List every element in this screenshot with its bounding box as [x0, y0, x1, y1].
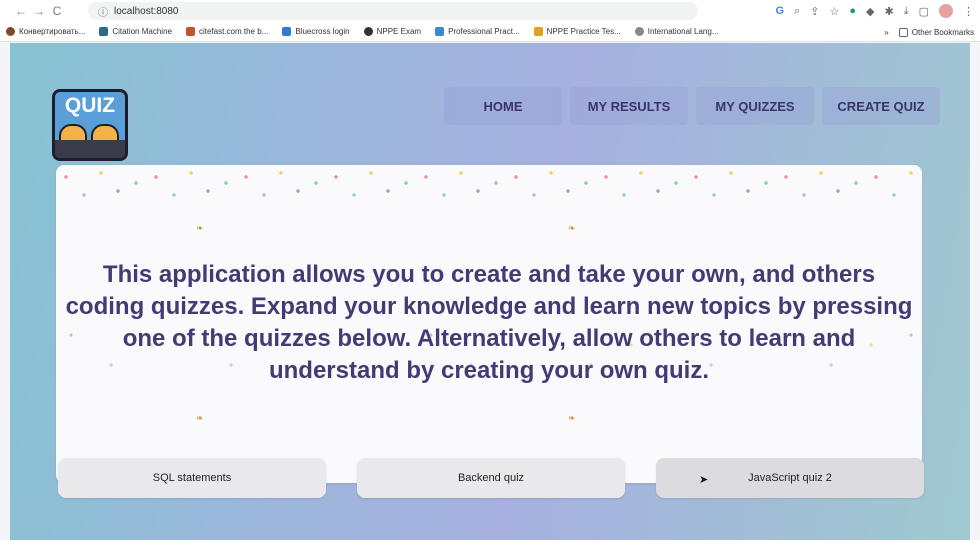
- app-viewport: QUIZ HOME MY RESULTS MY QUIZZES CREATE Q…: [10, 43, 970, 540]
- bookmark-item[interactable]: citefast.com the b...: [185, 27, 268, 36]
- window-right-edge: [970, 42, 980, 540]
- hero-card: ❧ ❧ ❧ ❧ This application allows you to c…: [56, 165, 922, 483]
- quiz-card-javascript-quiz-2[interactable]: JavaScript quiz 2: [656, 458, 924, 498]
- profile-avatar[interactable]: [939, 4, 953, 18]
- bookmark-item[interactable]: Citation Machine: [99, 27, 172, 36]
- window-bottom-edge: [0, 540, 980, 554]
- nav-my-results[interactable]: MY RESULTS: [570, 87, 688, 125]
- download-icon[interactable]: ⤓: [904, 5, 909, 18]
- toolbar-actions: G ⌕ ⇪ ☆ ● ◆ ✱ ⤓ ▢ ⋮: [776, 2, 974, 20]
- mouse-cursor-icon: ➤: [699, 474, 709, 486]
- bookmark-icon: [185, 27, 195, 36]
- confetti-bird-icon: ❧: [196, 413, 204, 423]
- bookmark-icon: [533, 27, 543, 36]
- extension-2-icon[interactable]: ◆: [866, 5, 874, 18]
- main-nav: HOME MY RESULTS MY QUIZZES CREATE QUIZ: [444, 87, 940, 125]
- bookmark-item[interactable]: Bluecross login: [282, 27, 350, 36]
- confetti-bird-icon: ❧: [196, 223, 204, 233]
- confetti-bird-icon: ❧: [568, 413, 576, 423]
- address-bar[interactable]: ⓘ localhost:8080: [88, 2, 698, 20]
- extension-icon[interactable]: ●: [849, 5, 856, 17]
- bookmark-icon: [282, 27, 292, 36]
- forward-icon[interactable]: →: [30, 2, 48, 20]
- other-bookmarks-button[interactable]: Other Bookmarks: [898, 27, 974, 37]
- bookmark-item[interactable]: International Lang...: [634, 27, 718, 36]
- confetti-bird-icon: ❧: [568, 223, 576, 233]
- quiz-card-backend-quiz[interactable]: Backend quiz: [357, 458, 625, 498]
- share-icon[interactable]: ⇪: [810, 5, 819, 18]
- bookmark-icon: [634, 27, 644, 36]
- laptop-base-icon: [55, 140, 125, 158]
- puzzle-icon[interactable]: ✱: [885, 5, 894, 18]
- window-left-edge: [0, 42, 10, 540]
- quiz-card-sql-statements[interactable]: SQL statements: [58, 458, 326, 498]
- window-icon[interactable]: ▢: [919, 5, 929, 18]
- back-icon[interactable]: ←: [12, 2, 30, 20]
- nav-create-quiz[interactable]: CREATE QUIZ: [822, 87, 940, 125]
- bookmark-item[interactable]: NPPE Exam: [363, 27, 421, 36]
- bookmark-item[interactable]: Professional Pract...: [435, 27, 520, 36]
- zoom-icon[interactable]: ⌕: [794, 5, 800, 18]
- nav-home[interactable]: HOME: [444, 87, 562, 125]
- confetti-decoration: [56, 165, 922, 211]
- more-bookmarks-button[interactable]: »: [884, 28, 888, 37]
- browser-toolbar: ← → C ⓘ localhost:8080 G ⌕ ⇪ ☆ ● ◆ ✱ ⤓ ▢…: [0, 0, 980, 22]
- folder-icon: [898, 27, 908, 37]
- quiz-logo[interactable]: QUIZ: [52, 89, 128, 161]
- bookmarks-overflow: » Other Bookmarks: [876, 22, 974, 41]
- bookmark-icon: [435, 27, 445, 36]
- bookmark-item[interactable]: Конвертировать...: [6, 27, 85, 36]
- nav-my-quizzes[interactable]: MY QUIZZES: [696, 87, 814, 125]
- bookmarks-bar: Конвертировать... Citation Machine citef…: [0, 22, 980, 42]
- menu-icon[interactable]: ⋮: [963, 5, 974, 18]
- site-info-icon[interactable]: ⓘ: [98, 4, 108, 19]
- reload-icon[interactable]: C: [48, 2, 66, 20]
- url-text: localhost:8080: [114, 5, 179, 17]
- hero-description: This application allows you to create an…: [65, 261, 913, 384]
- logo-text: QUIZ: [64, 94, 116, 117]
- bookmark-item[interactable]: NPPE Practice Tes...: [533, 27, 621, 36]
- bookmark-icon: [6, 27, 15, 36]
- bookmark-icon: [363, 27, 373, 36]
- google-icon[interactable]: G: [776, 5, 785, 17]
- bookmark-icon: [99, 27, 109, 36]
- star-icon[interactable]: ☆: [830, 5, 840, 18]
